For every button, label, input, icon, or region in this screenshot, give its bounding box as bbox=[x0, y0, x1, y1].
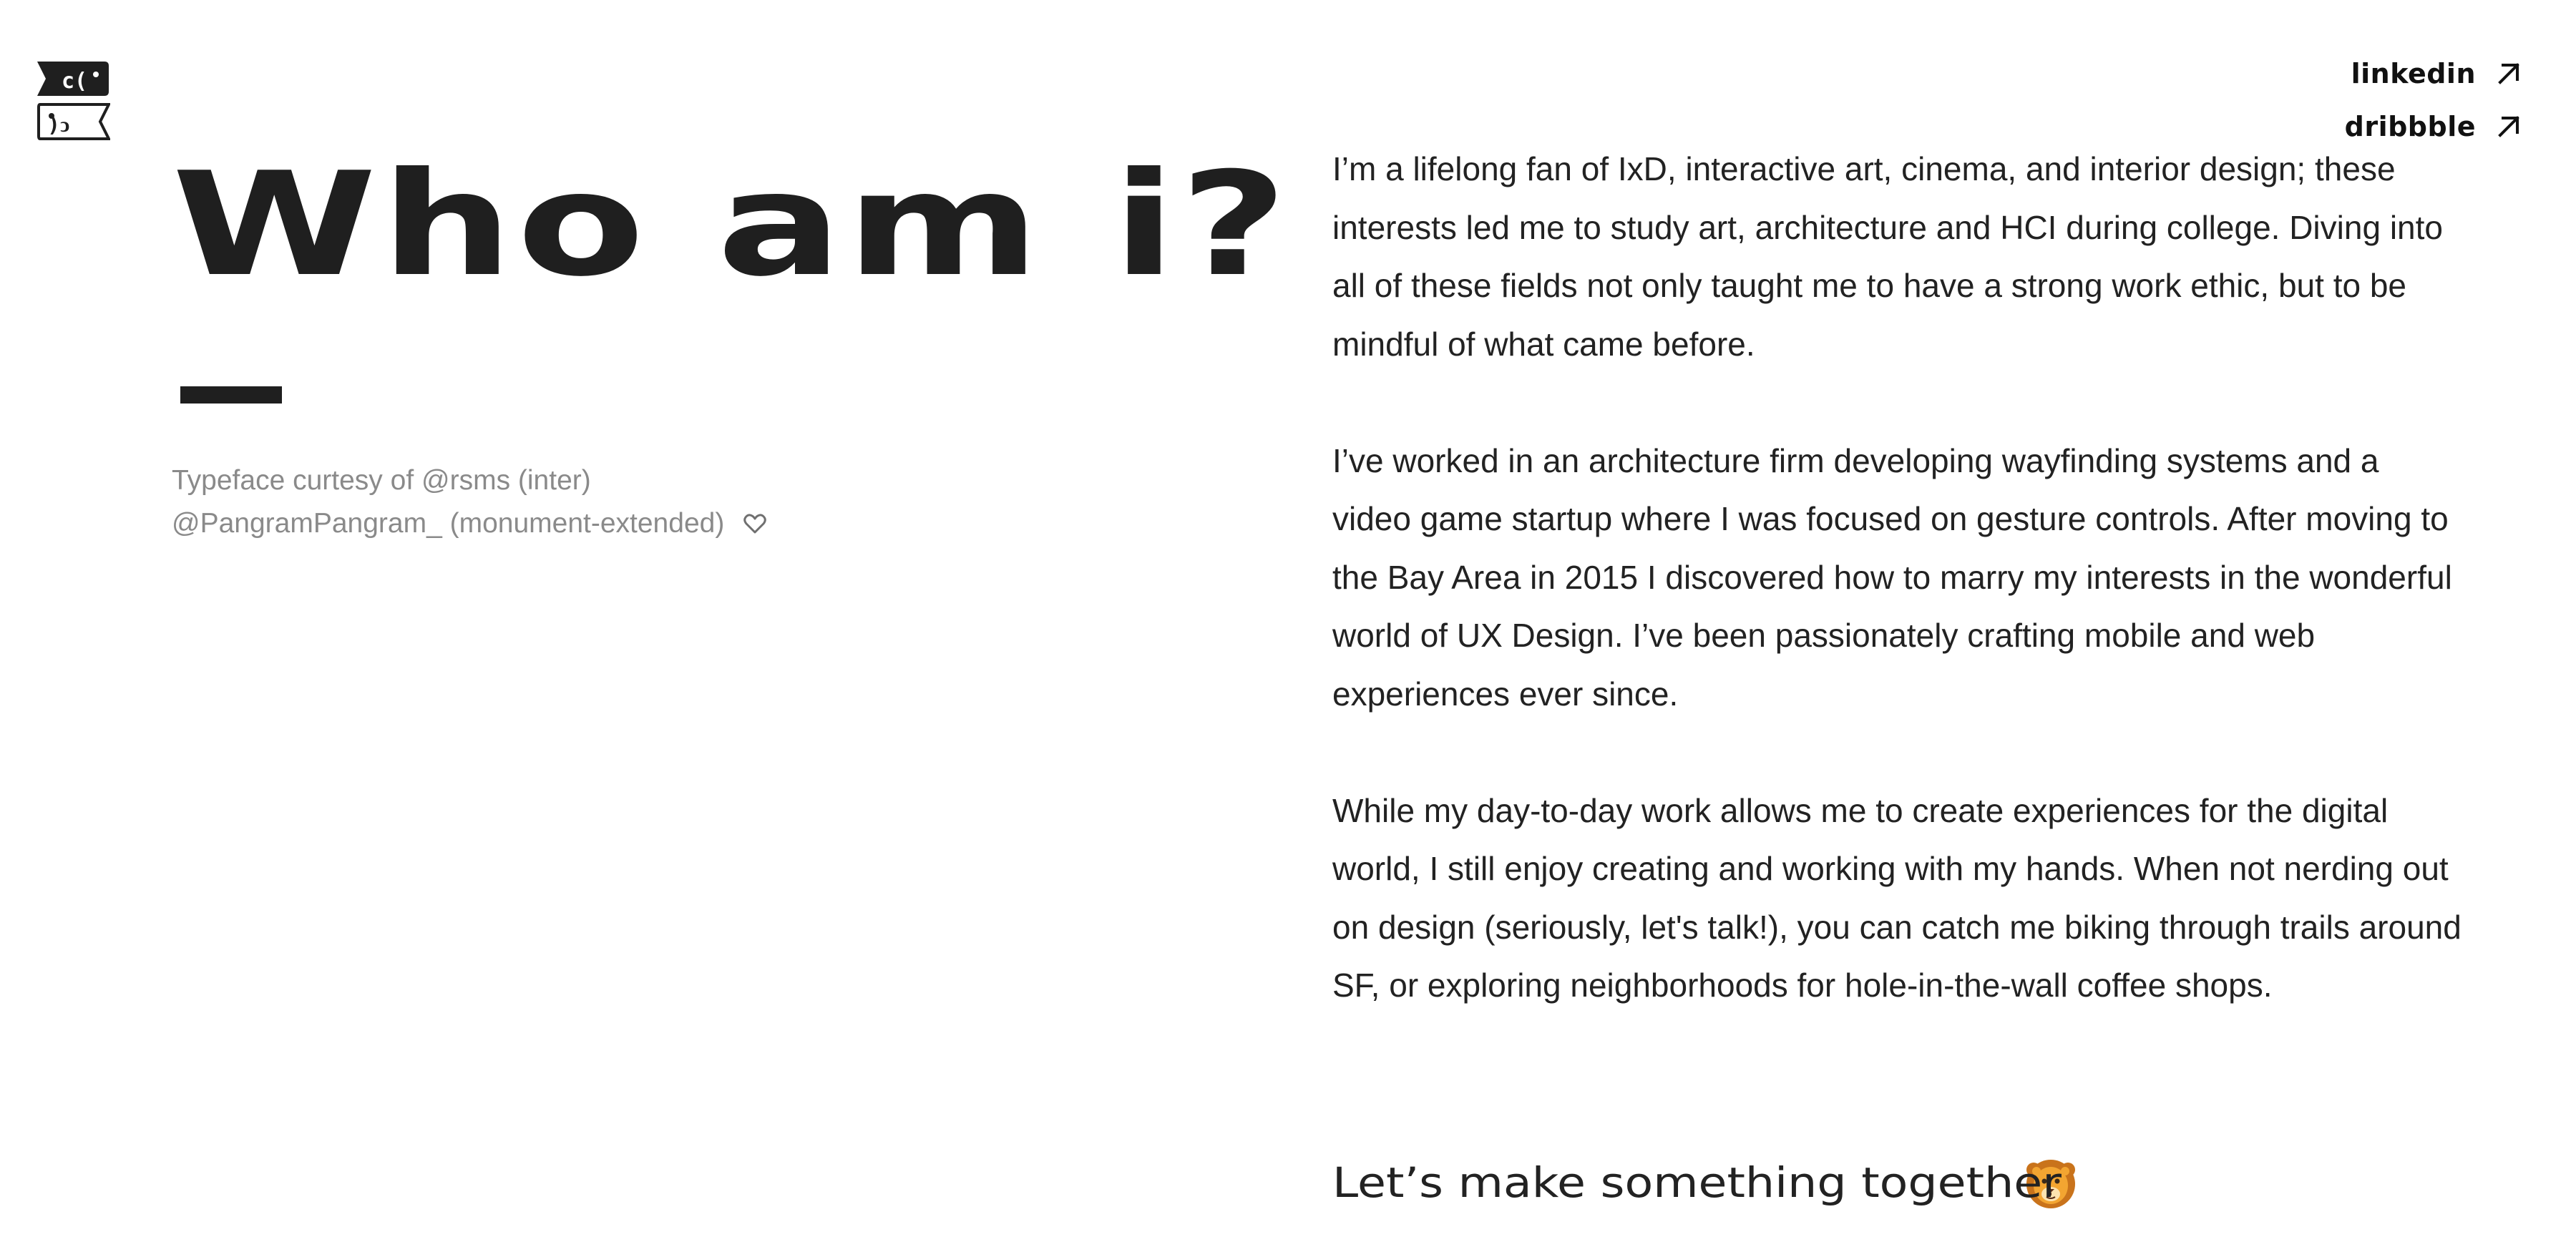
logo[interactable]: c( )ↄ bbox=[37, 60, 110, 140]
credit-line-1: Typeface curtesy of @rsms (inter) bbox=[172, 459, 767, 502]
arrow-up-right-icon bbox=[2498, 63, 2519, 84]
bio-paragraph: I’ve worked in an architecture firm deve… bbox=[1332, 441, 2452, 713]
arrow-up-right-icon bbox=[2498, 116, 2519, 137]
credit-text-1: Typeface curtesy of @rsms (inter) bbox=[172, 465, 591, 496]
bio-paragraph: While my day-to-day work allows me to cr… bbox=[1332, 791, 2462, 1004]
credit-text-2: @PangramPangram_ (monument-extended) bbox=[172, 508, 725, 539]
cta-text: Let’s make something together bbox=[1332, 1158, 2062, 1207]
bio-section: I’m a lifelong fan of IxD, interactive a… bbox=[1332, 140, 2463, 1073]
svg-text:)ↄ: )ↄ bbox=[47, 112, 69, 137]
linkedin-label: linkedin bbox=[2351, 58, 2476, 89]
about-page: c( )ↄ linkedin dribbble Who am i? Typefa… bbox=[0, 0, 2576, 1252]
social-links: linkedin dribbble bbox=[2345, 54, 2522, 146]
typeface-credit: Typeface curtesy of @rsms (inter) @Pangr… bbox=[172, 459, 767, 545]
credit-line-2: @PangramPangram_ (monument-extended) bbox=[172, 502, 767, 545]
title-divider bbox=[180, 386, 282, 404]
cta-heading: Let’s make something together bbox=[1332, 1150, 2078, 1215]
heart-icon bbox=[743, 514, 767, 534]
linkedin-link[interactable]: linkedin bbox=[2351, 54, 2522, 93]
svg-text:c(: c( bbox=[62, 69, 87, 94]
bio-paragraph: I’m a lifelong fan of IxD, interactive a… bbox=[1332, 150, 2443, 363]
ticket-face-logo-icon: c( )ↄ bbox=[37, 62, 110, 140]
page-title: Who am i? bbox=[172, 142, 1292, 308]
